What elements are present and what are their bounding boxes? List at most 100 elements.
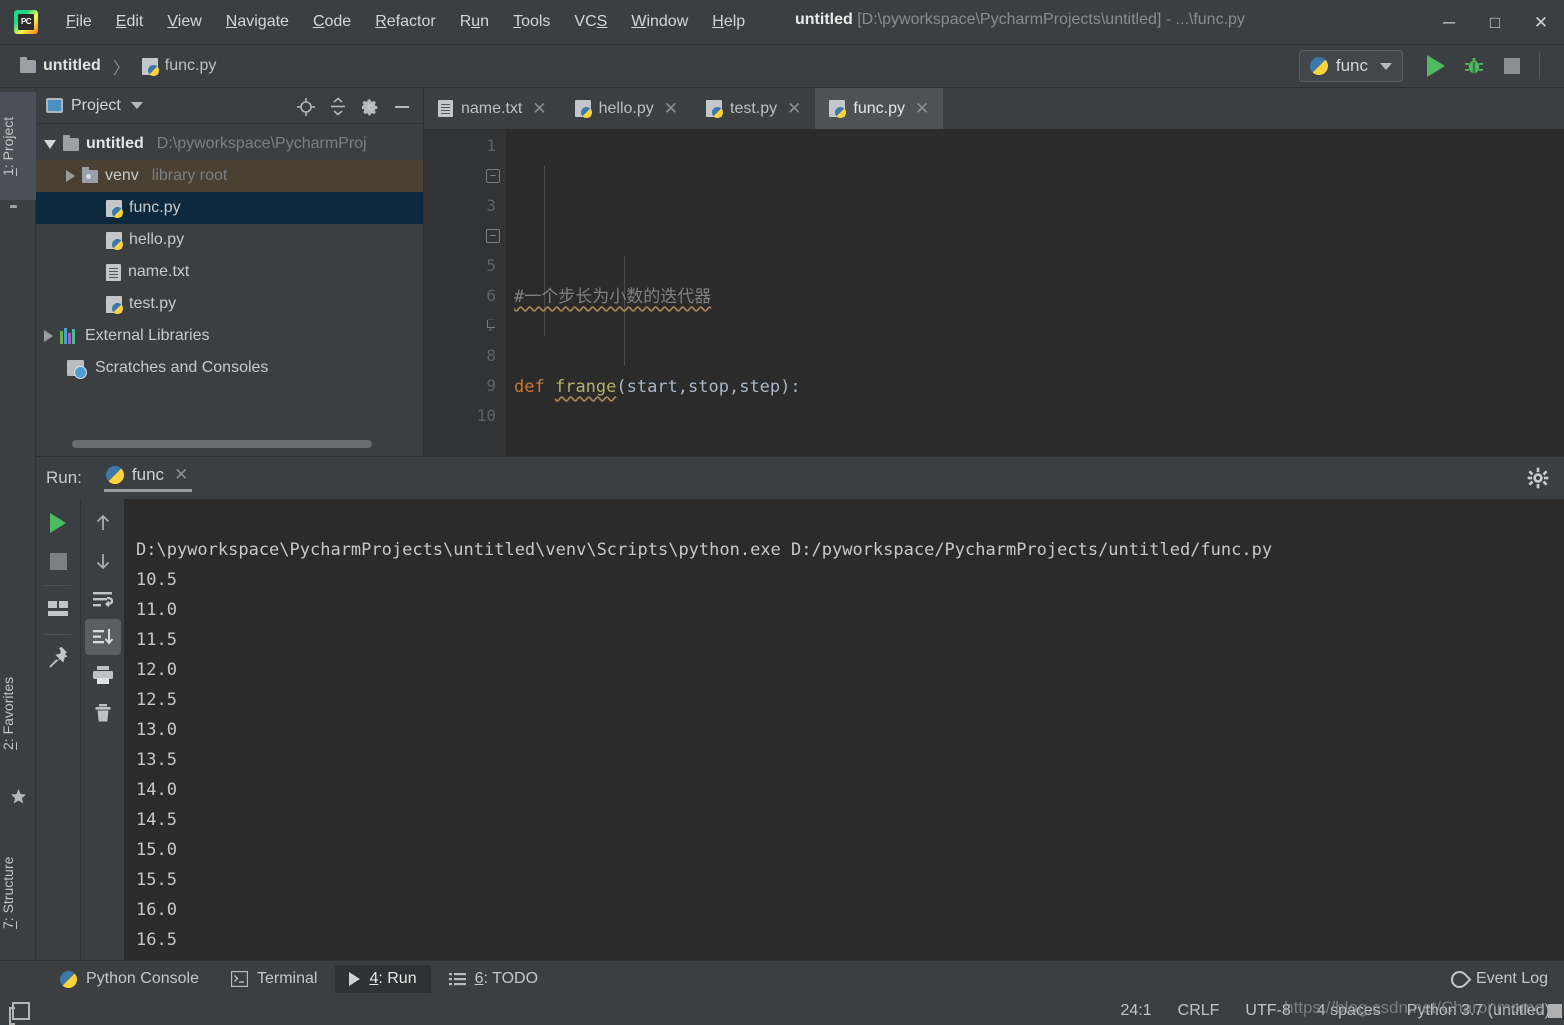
chevron-right-icon[interactable] (66, 170, 75, 182)
breadcrumb-item-funcpy[interactable]: func.py (138, 55, 221, 77)
bottom-tab-todo[interactable]: 6: TODO (435, 965, 552, 993)
text-file-icon (438, 100, 453, 117)
next-occurrence-button[interactable] (85, 543, 121, 579)
tab-label-2: test.py (730, 99, 778, 117)
menu-window[interactable]: Window (619, 9, 700, 35)
tab-label-1: hello.py (598, 99, 654, 117)
tree-row-test-py[interactable]: test.py (36, 288, 423, 320)
layout-button[interactable] (40, 592, 76, 628)
bottom-tab-run[interactable]: 4: Run (335, 965, 431, 993)
tree-label-hello-py: hello.py (129, 231, 185, 248)
run-session-close-icon[interactable]: ✕ (174, 465, 188, 485)
project-tree[interactable]: untitled D:\pyworkspace\PycharmProj venv… (36, 124, 423, 384)
indent-setting[interactable]: 4 spaces (1317, 1002, 1381, 1020)
locate-file-button[interactable] (291, 94, 321, 120)
run-settings-button[interactable] (1524, 465, 1552, 491)
menu-bar[interactable]: File Edit View Navigate Code Refactor Ru… (54, 9, 757, 35)
event-log-label: Event Log (1475, 970, 1548, 987)
code-content[interactable]: #一个步长为小数的迭代器 def frange(start,stop,step)… (506, 130, 1564, 456)
stop-button[interactable] (1493, 49, 1531, 83)
maximize-button[interactable]: □ (1472, 0, 1518, 45)
close-button[interactable]: ✕ (1518, 0, 1564, 45)
tree-row-hello-py[interactable]: hello.py (36, 224, 423, 256)
console-output[interactable]: D:\pyworkspace\PycharmProjects\untitled\… (124, 499, 1564, 961)
menu-navigate[interactable]: Navigate (214, 9, 301, 35)
tree-row-name-txt[interactable]: name.txt (36, 256, 423, 288)
tab-close-icon[interactable]: ✕ (664, 99, 678, 119)
scroll-to-end-icon (92, 629, 113, 645)
run-button[interactable] (1417, 49, 1455, 83)
breadcrumb-label-0: untitled (43, 57, 101, 74)
python-file-icon (706, 100, 724, 118)
settings-button[interactable] (355, 94, 385, 120)
python-file-icon (106, 295, 123, 314)
tab-close-icon[interactable]: ✕ (915, 99, 929, 119)
run-session-tab[interactable]: func ✕ (103, 465, 193, 492)
fold-marker-def[interactable]: − (486, 169, 500, 183)
menu-edit[interactable]: Edit (104, 9, 156, 35)
tab-test-py[interactable]: test.py ✕ (692, 88, 815, 129)
menu-code[interactable]: Code (301, 9, 363, 35)
tab-close-icon[interactable]: ✕ (787, 99, 801, 119)
run-icon (1427, 55, 1445, 77)
run-configuration-selector[interactable]: func (1298, 50, 1403, 82)
tab-name-txt[interactable]: name.txt ✕ (424, 88, 561, 129)
sidebar-item-structure[interactable]: 7: Structure (0, 828, 36, 958)
scroll-to-end-button[interactable] (84, 619, 121, 655)
tree-row-external-libraries[interactable]: External Libraries (36, 320, 423, 352)
tab-close-icon[interactable]: ✕ (532, 99, 546, 119)
bottom-tab-terminal[interactable]: Terminal (217, 965, 331, 993)
tab-func-py[interactable]: func.py ✕ (815, 88, 944, 129)
fold-end-marker[interactable] (487, 320, 495, 328)
bottom-tab-python-console[interactable]: Python Console (46, 965, 213, 993)
line-separator[interactable]: CRLF (1178, 1002, 1220, 1020)
tree-row-scratches[interactable]: Scratches and Consoles (36, 352, 423, 384)
chevron-right-icon[interactable] (44, 330, 53, 342)
tab-hello-py[interactable]: hello.py ✕ (561, 88, 692, 129)
soft-wrap-button[interactable] (85, 581, 121, 617)
menu-vcs[interactable]: VCS (562, 9, 619, 35)
window-title: untitled [D:\pyworkspace\PycharmProjects… (795, 11, 1245, 29)
debug-button[interactable] (1455, 49, 1493, 83)
hide-panel-button[interactable] (387, 94, 417, 120)
menu-help[interactable]: Help (700, 9, 757, 35)
collapse-all-button[interactable] (323, 94, 353, 120)
tree-row-untitled[interactable]: untitled D:\pyworkspace\PycharmProj (36, 128, 423, 160)
menu-view[interactable]: View (155, 9, 213, 35)
chevron-down-icon[interactable] (44, 139, 56, 149)
lock-indicator-icon[interactable] (1548, 1004, 1562, 1018)
tree-row-func-py[interactable]: func.py (36, 192, 423, 224)
file-encoding[interactable]: UTF-8 (1245, 1002, 1290, 1020)
chevron-down-icon[interactable] (130, 102, 143, 109)
prev-occurrence-button[interactable] (85, 505, 121, 541)
python-file-icon (141, 57, 159, 76)
event-log-button[interactable]: Event Log (1447, 966, 1548, 992)
caret-position[interactable]: 24:1 (1121, 1002, 1152, 1020)
fold-marker-while[interactable]: − (486, 229, 500, 243)
clear-all-button[interactable] (85, 695, 121, 731)
print-button[interactable] (85, 657, 121, 693)
pin-tab-button[interactable] (40, 641, 76, 677)
menu-refactor[interactable]: Refactor (363, 9, 447, 35)
sidebar-item-project[interactable]: 1: Project (0, 92, 36, 200)
sidebar-item-favorites[interactable]: 2: Favorites (0, 648, 36, 778)
menu-tools[interactable]: Tools (501, 9, 562, 35)
project-horizontal-scrollbar[interactable] (72, 440, 372, 448)
menu-file[interactable]: File (54, 9, 104, 35)
editor-gutter[interactable]: 1 2 3 4 5 6 7 8 9 10 − − (424, 130, 506, 456)
stop-process-button[interactable] (40, 543, 76, 579)
minimize-button[interactable]: ─ (1426, 0, 1472, 45)
code-editor[interactable]: 1 2 3 4 5 6 7 8 9 10 − − #一个步长为小数的迭代器 de… (424, 130, 1564, 456)
rerun-button[interactable] (40, 505, 76, 541)
toggle-tool-windows-icon[interactable] (9, 1002, 30, 1025)
tree-row-venv[interactable]: venv library root (36, 160, 423, 192)
console-line: 14.5 (136, 810, 177, 830)
sidebar-label-structure: 7: Structure (0, 856, 16, 930)
tree-label-test-py: test.py (129, 295, 177, 312)
gear-icon (1527, 467, 1549, 489)
python-interpreter[interactable]: Python 3.7 (untitled) (1407, 1002, 1550, 1020)
breadcrumb-item-untitled[interactable]: untitled (16, 55, 105, 77)
bottom-tab-label-0: Python Console (86, 970, 199, 987)
menu-run[interactable]: Run (448, 9, 501, 35)
minimize-icon (395, 106, 409, 108)
